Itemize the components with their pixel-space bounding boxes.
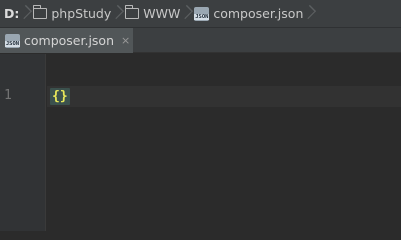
code-line[interactable]: {} — [50, 88, 70, 105]
chevron-right-icon — [180, 0, 194, 28]
tab-label: composer.json — [24, 33, 115, 48]
breadcrumb-label: D: — [4, 6, 20, 21]
breadcrumb-item-phpstudy[interactable]: phpStudy — [32, 0, 112, 28]
close-icon[interactable]: × — [121, 35, 130, 46]
tab-composer-json[interactable]: JSON composer.json × — [0, 28, 133, 53]
folder-icon — [32, 5, 48, 19]
breadcrumb-label: phpStudy — [51, 6, 112, 21]
breadcrumb-item-drive[interactable]: D: — [4, 0, 19, 28]
breadcrumb-item-composer-json[interactable]: JSON composer.json — [194, 0, 303, 28]
breadcrumb: D: phpStudy WWW JSON composer.json — [0, 0, 401, 28]
line-number: 1 — [4, 88, 12, 103]
editor-tab-bar: JSON composer.json × — [0, 28, 401, 53]
line-number-gutter: 1 — [0, 54, 46, 231]
folder-icon — [124, 5, 140, 19]
json-file-icon: JSON — [194, 6, 210, 21]
chevron-right-icon — [19, 0, 33, 28]
chevron-right-icon — [303, 0, 317, 28]
chevron-right-icon — [111, 0, 125, 28]
current-line-highlight — [47, 86, 401, 107]
code-editor[interactable]: 1 {} — [0, 54, 401, 231]
breadcrumb-label: composer.json — [213, 6, 304, 21]
breadcrumb-item-www[interactable]: WWW — [124, 0, 181, 28]
breadcrumb-label: WWW — [143, 6, 181, 21]
json-file-icon: JSON — [4, 33, 21, 48]
